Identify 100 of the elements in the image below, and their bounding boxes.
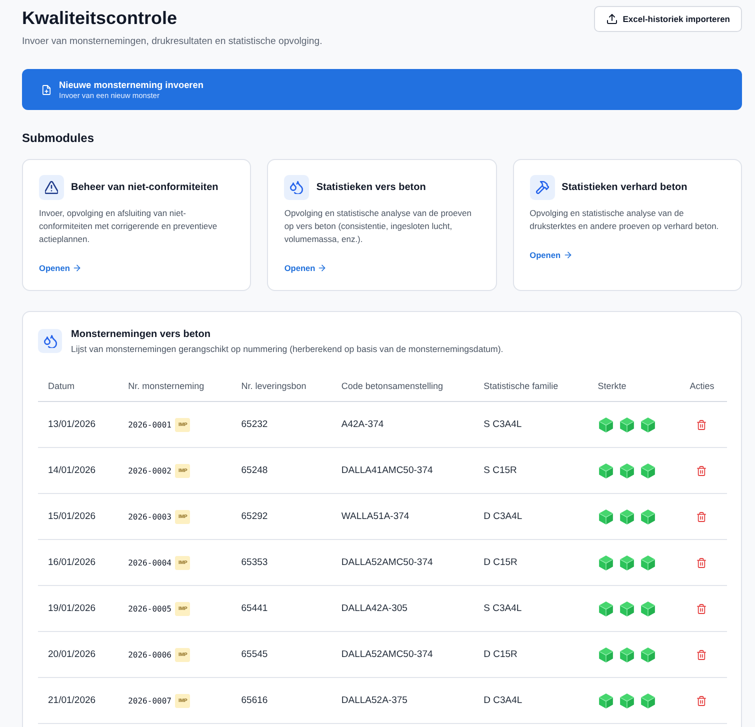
table-cell: 13/01/2026: [38, 402, 118, 448]
trash-icon: [697, 420, 706, 430]
table-cell: 65248: [231, 448, 332, 494]
table-cell: DALLA52A-375: [331, 678, 474, 724]
cube-icon: [598, 462, 614, 478]
column-header: Nr. leveringsbon: [231, 370, 332, 402]
cube-icon: [618, 508, 635, 524]
table-cell: DALLA42A-305: [331, 586, 474, 632]
trash-icon: [697, 696, 706, 706]
page-title: Kwaliteitscontrole: [22, 7, 178, 30]
cube-icon: [618, 600, 635, 616]
file-plus-icon: [42, 85, 51, 95]
card-description: Opvolging en statistische analyse van de druksterktes en andere proeven op verhard beton.: [530, 207, 720, 233]
table-cell: 20/01/2026: [38, 632, 118, 678]
table-cell: S C3A4L: [474, 586, 588, 632]
cube-icon: [618, 416, 635, 432]
table-cell: D C15R: [474, 632, 588, 678]
column-header: Statistische familie: [474, 370, 588, 402]
column-header: Code betonsamenstelling: [331, 370, 474, 402]
column-header: Datum: [38, 370, 118, 402]
sample-number: 2026-0001: [128, 420, 172, 429]
trash-icon: [697, 558, 706, 568]
delete-button[interactable]: [695, 648, 708, 662]
table-cell: DALLA52AMC50-374: [331, 540, 474, 586]
table-cell: 19/01/2026: [38, 586, 118, 632]
delete-button[interactable]: [695, 602, 708, 616]
delete-button[interactable]: [695, 510, 708, 524]
table-cell: 65441: [231, 586, 332, 632]
sample-number: 2026-0002: [128, 466, 172, 475]
table-cell: 14/01/2026: [38, 448, 118, 494]
table-description: Lijst van monsternemingen gerangschikt op nummering (herberekend op basis van de monsternemingsdatum).: [71, 344, 504, 355]
table-cell: 65232: [231, 402, 332, 448]
table-title: Monsternemingen vers beton: [71, 329, 212, 340]
delete-button[interactable]: [695, 694, 708, 708]
delete-button[interactable]: [695, 464, 708, 478]
table-cell: 65616: [231, 678, 332, 724]
table-cell: 16/01/2026: [38, 540, 118, 586]
droplets-icon: [284, 175, 310, 200]
page-subtitle: Invoer van monsternemingen, drukresultaten en statistische opvolging.: [22, 35, 322, 49]
open-link[interactable]: Openen: [530, 249, 572, 261]
column-header: Acties: [676, 370, 727, 402]
table-cell: DALLA52AMC50-374: [331, 632, 474, 678]
cube-icon: [618, 462, 635, 478]
table-cell: 65292: [231, 494, 332, 540]
table-cell: 65545: [231, 632, 332, 678]
card-title: Beheer van niet-conformiteiten: [71, 181, 218, 194]
cube-icon: [640, 416, 656, 432]
cube-icon: [640, 692, 656, 708]
cube-icon: [598, 692, 614, 708]
open-link[interactable]: Openen: [39, 262, 81, 274]
card-description: Invoer, opvolging en afsluiting van niet-conformiteiten met corrigerende en preventieve actieplannen.: [39, 207, 218, 246]
cube-icon: [618, 646, 635, 662]
table-cell: S C15R: [474, 448, 588, 494]
cube-icon: [640, 554, 656, 570]
sample-number: 2026-0005: [128, 604, 172, 613]
sample-number: 2026-0007: [128, 696, 172, 705]
sample-number: 2026-0004: [128, 558, 172, 567]
card-title: Statistieken verhard beton: [562, 181, 688, 194]
cube-icon: [598, 416, 614, 432]
trash-icon: [697, 466, 706, 476]
import-button[interactable]: Excel-historiek importeren: [594, 6, 742, 32]
table-cell: 21/01/2026: [38, 678, 118, 724]
table-cell: 65353: [231, 540, 332, 586]
trash-icon: [697, 650, 706, 660]
cube-icon: [598, 600, 614, 616]
table-cell: D C3A4L: [474, 678, 588, 724]
cube-icon: [618, 692, 635, 708]
sample-number: 2026-0003: [128, 512, 172, 521]
delete-button[interactable]: [695, 556, 708, 570]
table-cell: WALLA51A-374: [331, 494, 474, 540]
card-title: Statistieken vers beton: [316, 181, 426, 194]
cube-icon: [598, 554, 614, 570]
cube-icon: [598, 646, 614, 662]
card-description: Opvolging en statistische analyse van de proeven op vers beton (consistentie, ingesloten lucht, volumemassa, enz.).: [284, 207, 472, 246]
sample-number: 2026-0006: [128, 650, 172, 659]
table-cell: S C3A4L: [474, 402, 588, 448]
column-header: Nr. monsterneming: [118, 370, 232, 402]
arrow-right-icon: [72, 264, 81, 272]
table-cell: D C15R: [474, 540, 588, 586]
section-heading: Submodules: [22, 130, 96, 146]
cube-icon: [618, 554, 635, 570]
cube-icon: [640, 646, 656, 662]
table-cell: D C3A4L: [474, 494, 588, 540]
cube-icon: [598, 508, 614, 524]
arrow-right-icon: [318, 264, 326, 272]
trash-icon: [697, 512, 706, 522]
delete-button[interactable]: [695, 418, 708, 432]
warning-icon: [39, 175, 64, 200]
droplets-icon: [38, 329, 62, 353]
arrow-right-icon: [564, 251, 572, 259]
table-cell: DALLA41AMC50-374: [331, 448, 474, 494]
table-cell: 15/01/2026: [38, 494, 118, 540]
cube-icon: [640, 462, 656, 478]
cube-icon: [640, 600, 656, 616]
column-header: Sterkte: [588, 370, 677, 402]
hammer-icon: [530, 175, 555, 200]
upload-icon: [606, 14, 617, 24]
open-link[interactable]: Openen: [284, 262, 326, 274]
table-cell: A42A-374: [331, 402, 474, 448]
cube-icon: [640, 508, 656, 524]
